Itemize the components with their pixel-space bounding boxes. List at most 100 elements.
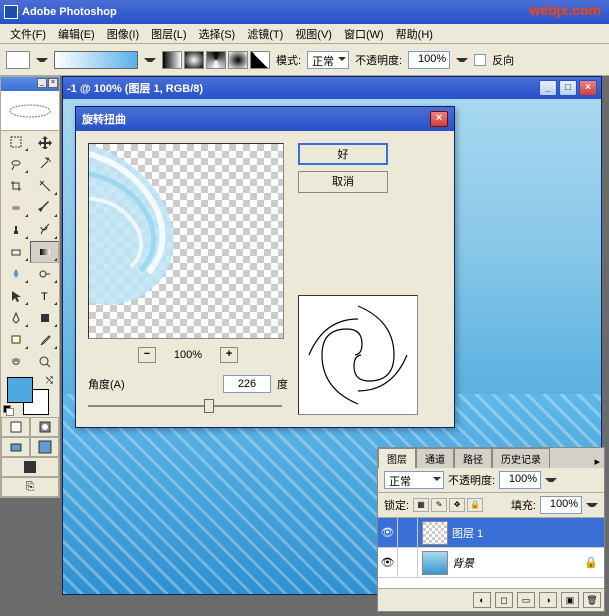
shape-tool[interactable] — [30, 307, 59, 329]
menu-layer[interactable]: 图层(L) — [145, 24, 192, 44]
minimize-button[interactable]: _ — [539, 80, 557, 96]
filter-preview[interactable] — [88, 143, 284, 339]
gradient-reflected[interactable] — [228, 51, 248, 69]
quickmask-mode[interactable] — [30, 417, 59, 437]
swap-colors-icon[interactable]: ⤭ — [46, 375, 53, 386]
zoom-tool[interactable] — [30, 351, 59, 373]
gradient-diamond[interactable] — [250, 51, 270, 69]
lock-transparency-icon[interactable]: ▦ — [413, 498, 429, 512]
screen-full[interactable] — [1, 457, 59, 477]
tab-history[interactable]: 历史记录 — [492, 448, 550, 468]
angle-input[interactable] — [223, 375, 271, 393]
brush-tool[interactable] — [30, 197, 59, 219]
document-titlebar[interactable]: -1 @ 100% (图层 1, RGB/8) _ □ × — [63, 77, 601, 99]
zoom-out-button[interactable]: − — [138, 347, 156, 363]
slice-tool[interactable] — [30, 175, 59, 197]
tab-channels[interactable]: 通道 — [416, 448, 454, 468]
twirl-dialog: 旋转扭曲 × − 100% + 角度 — [75, 106, 455, 428]
lock-move-icon[interactable]: ✥ — [449, 498, 465, 512]
close-button[interactable]: × — [579, 80, 597, 96]
zoom-in-button[interactable]: + — [220, 347, 238, 363]
lock-all-icon[interactable]: 🔒 — [467, 498, 483, 512]
link-cell[interactable] — [398, 548, 418, 577]
reverse-checkbox[interactable] — [474, 54, 486, 66]
marquee-tool[interactable] — [1, 131, 30, 153]
imageready-icon[interactable]: ⎘ — [1, 477, 59, 497]
menu-file[interactable]: 文件(F) — [4, 24, 52, 44]
menu-view[interactable]: 视图(V) — [289, 24, 338, 44]
gradient-angle[interactable] — [206, 51, 226, 69]
pen-tool[interactable] — [1, 307, 30, 329]
layer-item[interactable]: 👁 背景 🔒 — [378, 548, 604, 578]
healing-tool[interactable] — [1, 197, 30, 219]
layer-thumbnail[interactable] — [422, 551, 448, 575]
eyedropper-tool[interactable] — [30, 329, 59, 351]
dodge-tool[interactable] — [30, 263, 59, 285]
gradient-linear[interactable] — [162, 51, 182, 69]
new-group-icon[interactable]: ▭ — [517, 592, 535, 608]
adjustment-icon[interactable]: ◑ — [539, 592, 557, 608]
chevron-down-icon[interactable] — [36, 58, 48, 62]
blur-tool[interactable] — [1, 263, 30, 285]
maximize-button[interactable]: □ — [559, 80, 577, 96]
minimize-icon[interactable]: _ — [37, 78, 47, 88]
chevron-down-icon[interactable] — [456, 58, 468, 62]
link-cell[interactable] — [398, 518, 418, 547]
chevron-down-icon[interactable] — [144, 58, 156, 62]
chevron-down-icon[interactable] — [586, 503, 598, 507]
fill-input[interactable]: 100% — [540, 496, 582, 514]
tool-preset[interactable] — [6, 51, 30, 69]
menu-filter[interactable]: 滤镜(T) — [241, 24, 289, 44]
layer-blend-select[interactable]: 正常 — [384, 471, 444, 489]
eraser-tool[interactable] — [1, 241, 30, 263]
foreground-color[interactable] — [7, 377, 33, 403]
notes-tool[interactable] — [1, 329, 30, 351]
menu-edit[interactable]: 编辑(E) — [52, 24, 101, 44]
move-tool[interactable] — [30, 131, 59, 153]
type-tool[interactable]: T — [30, 285, 59, 307]
menu-select[interactable]: 选择(S) — [193, 24, 242, 44]
menu-image[interactable]: 图像(I) — [101, 24, 145, 44]
path-select-tool[interactable] — [1, 285, 30, 307]
gradient-tool[interactable] — [30, 241, 59, 263]
default-colors-icon[interactable] — [3, 405, 13, 415]
delete-layer-icon[interactable]: 🗑 — [583, 592, 601, 608]
layer-name[interactable]: 背景 — [452, 555, 474, 571]
wand-tool[interactable] — [30, 153, 59, 175]
visibility-icon[interactable]: 👁 — [378, 518, 398, 547]
layer-item[interactable]: 👁 图层 1 — [378, 518, 604, 548]
history-brush-tool[interactable] — [30, 219, 59, 241]
gradient-picker[interactable] — [54, 51, 138, 69]
layer-name[interactable]: 图层 1 — [452, 525, 483, 541]
angle-slider[interactable] — [88, 397, 282, 415]
layer-style-icon[interactable]: ◐ — [473, 592, 491, 608]
slider-thumb[interactable] — [204, 399, 214, 413]
new-layer-icon[interactable]: ▣ — [561, 592, 579, 608]
lock-paint-icon[interactable]: ✎ — [431, 498, 447, 512]
layer-opacity-input[interactable]: 100% — [499, 471, 541, 489]
panel-menu-icon[interactable]: ▸ — [590, 455, 604, 468]
tab-paths[interactable]: 路径 — [454, 448, 492, 468]
standard-mode[interactable] — [1, 417, 30, 437]
crop-tool[interactable] — [1, 175, 30, 197]
layer-mask-icon[interactable]: ◻ — [495, 592, 513, 608]
cancel-button[interactable]: 取消 — [298, 171, 388, 193]
opacity-input[interactable]: 100% — [408, 51, 450, 69]
blend-mode-select[interactable]: 正常 — [307, 51, 349, 69]
chevron-down-icon[interactable] — [545, 478, 557, 482]
tab-layers[interactable]: 图层 — [378, 448, 416, 468]
visibility-icon[interactable]: 👁 — [378, 548, 398, 577]
hand-tool[interactable] — [1, 351, 30, 373]
screen-standard[interactable] — [1, 437, 30, 457]
menu-window[interactable]: 窗口(W) — [338, 24, 390, 44]
screen-full-menu[interactable] — [30, 437, 59, 457]
lasso-tool[interactable] — [1, 153, 30, 175]
dialog-close-button[interactable]: × — [430, 111, 448, 127]
gradient-radial[interactable] — [184, 51, 204, 69]
close-icon[interactable]: × — [48, 78, 58, 88]
ok-button[interactable]: 好 — [298, 143, 388, 165]
menu-help[interactable]: 帮助(H) — [390, 24, 439, 44]
dialog-titlebar[interactable]: 旋转扭曲 × — [76, 107, 454, 131]
layer-thumbnail[interactable] — [422, 521, 448, 545]
stamp-tool[interactable] — [1, 219, 30, 241]
